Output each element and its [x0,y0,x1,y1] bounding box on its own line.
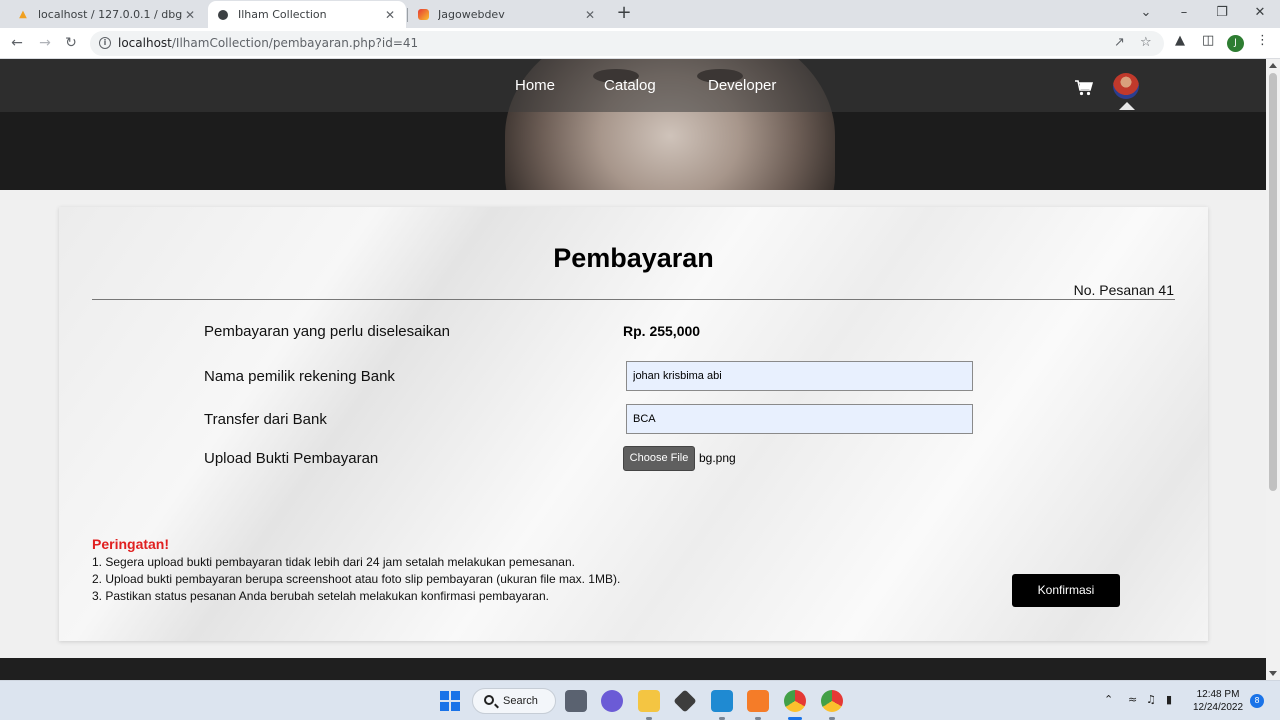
choose-file-button[interactable]: Choose File [623,446,695,471]
browser-tab-jagowebdev[interactable]: Jagowebdev ✕ [408,1,606,28]
maximize-button[interactable]: ❐ [1204,0,1240,28]
notification-badge[interactable]: 8 [1250,694,1264,708]
extensions-puzzle-icon[interactable]: ▲ [1175,33,1185,48]
page-footer [0,658,1266,680]
address-bar[interactable]: i localhost/IlhamCollection/pembayaran.p… [90,31,1164,56]
task-view-icon[interactable] [565,690,587,712]
reload-icon[interactable]: ↻ [60,32,82,54]
scrollbar-thumb[interactable] [1269,73,1277,491]
page-title: Pembayaran [553,243,714,273]
warning-title: Peringatan! [92,536,170,552]
close-window-button[interactable]: ✕ [1242,0,1278,28]
url-path: /IlhamCollection/pembayaran.php?id=41 [171,36,419,50]
scroll-up-arrow-icon[interactable] [1269,63,1277,68]
amount-label: Pembayaran yang perlu diselesaikan [204,323,450,340]
scroll-down-arrow-icon[interactable] [1269,671,1277,676]
bookmark-star-icon[interactable]: ☆ [1140,35,1152,50]
account-name-label: Nama pemilik rekening Bank [204,368,395,385]
tray-overflow-chevron-icon[interactable]: ⌃ [1104,693,1113,706]
search-icon [484,695,494,705]
amount-value: Rp. 255,000 [623,323,701,339]
unity-icon[interactable] [673,689,697,713]
bank-input[interactable] [626,404,973,434]
order-number: No. Pesanan 41 [1073,282,1174,298]
taskbar-search-label: Search [503,695,538,707]
payment-card: Pembayaran No. Pesanan 41 Pembayaran yan… [59,207,1208,641]
nav-catalog-link[interactable]: Catalog [604,77,656,94]
globe-icon [216,8,230,22]
back-arrow-icon[interactable]: ← [6,32,28,54]
browser-tab-ilham-collection[interactable]: Ilham Collection ✕ [208,1,406,28]
minimize-button[interactable]: – [1166,0,1202,28]
hero-banner: Home Catalog Developer [0,59,1266,190]
vscode-icon[interactable] [711,690,733,712]
browser-toolbar: ← → ↻ i localhost/IlhamCollection/pembay… [0,28,1280,59]
warning-item: 2. Upload bukti pembayaran berupa screen… [92,572,621,586]
windows-taskbar: Search ⌃ ≈ ♫ ▮ 12:48 PM 12/24/2022 8 [0,680,1280,720]
profile-avatar[interactable]: J [1227,35,1244,52]
bank-label: Transfer dari Bank [204,411,327,428]
share-icon[interactable]: ↗ [1114,35,1125,50]
file-explorer-icon[interactable] [638,690,660,712]
nav-developer-link[interactable]: Developer [708,77,776,94]
clock-time: 12:48 PM [1196,689,1240,700]
browser-tab-phpmyadmin[interactable]: ▲ localhost / 127.0.0.1 / dbgi / pem ✕ [8,1,206,28]
battery-icon[interactable]: ▮ [1166,693,1172,706]
chrome-profile-icon[interactable] [821,690,843,712]
avatar-dropdown-caret-icon[interactable] [1119,102,1135,110]
url-host: localhost [118,36,172,50]
tab-title: Jagowebdev [438,8,505,21]
url-text: localhost/IlhamCollection/pembayaran.php… [118,36,418,50]
confirm-button[interactable]: Konfirmasi [1012,574,1120,607]
upload-label: Upload Bukti Pembayaran [204,450,379,467]
chosen-file-name: bg.png [699,451,736,465]
close-icon[interactable]: ✕ [382,8,398,22]
taskbar-search[interactable]: Search [472,688,556,714]
cart-icon[interactable] [1075,80,1093,96]
warning-item: 3. Pastikan status pesanan Anda berubah … [92,589,549,603]
page-viewport: Home Catalog Developer Pembayaran No. Pe… [0,59,1266,680]
account-name-input[interactable] [626,361,973,391]
phpmyadmin-icon: ▲ [19,9,27,20]
browser-menu-icon[interactable]: ⋮ [1256,33,1269,48]
tab-search-chevron-icon[interactable]: ⌄ [1128,0,1164,28]
tab-title: localhost / 127.0.0.1 / dbgi / pem [38,8,182,21]
browser-tab-strip: ▲ localhost / 127.0.0.1 / dbgi / pem ✕ I… [0,0,1280,28]
clock-date: 12/24/2022 [1192,702,1244,713]
warning-item: 1. Segera upload bukti pembayaran tidak … [92,555,575,569]
site-info-icon[interactable]: i [99,37,111,49]
new-tab-button[interactable]: + [614,4,634,24]
page-scrollbar[interactable] [1266,59,1280,680]
chrome-icon[interactable] [784,690,806,712]
forward-arrow-icon[interactable]: → [34,32,56,54]
side-panel-icon[interactable]: ◫ [1202,33,1214,48]
volume-icon[interactable]: ♫ [1146,693,1156,706]
system-clock[interactable]: 12:48 PM 12/24/2022 [1188,688,1248,714]
xampp-icon[interactable] [747,690,769,712]
close-icon[interactable]: ✕ [582,8,598,22]
windows-start-icon[interactable] [439,690,461,712]
wifi-icon[interactable]: ≈ [1128,693,1137,706]
tab-title: Ilham Collection [238,8,327,21]
nav-home-link[interactable]: Home [515,77,555,94]
close-icon[interactable]: ✕ [182,8,198,22]
jagowebdev-icon [416,8,430,22]
title-divider [92,299,1175,300]
teams-chat-icon[interactable] [601,690,623,712]
user-avatar[interactable] [1113,73,1139,99]
